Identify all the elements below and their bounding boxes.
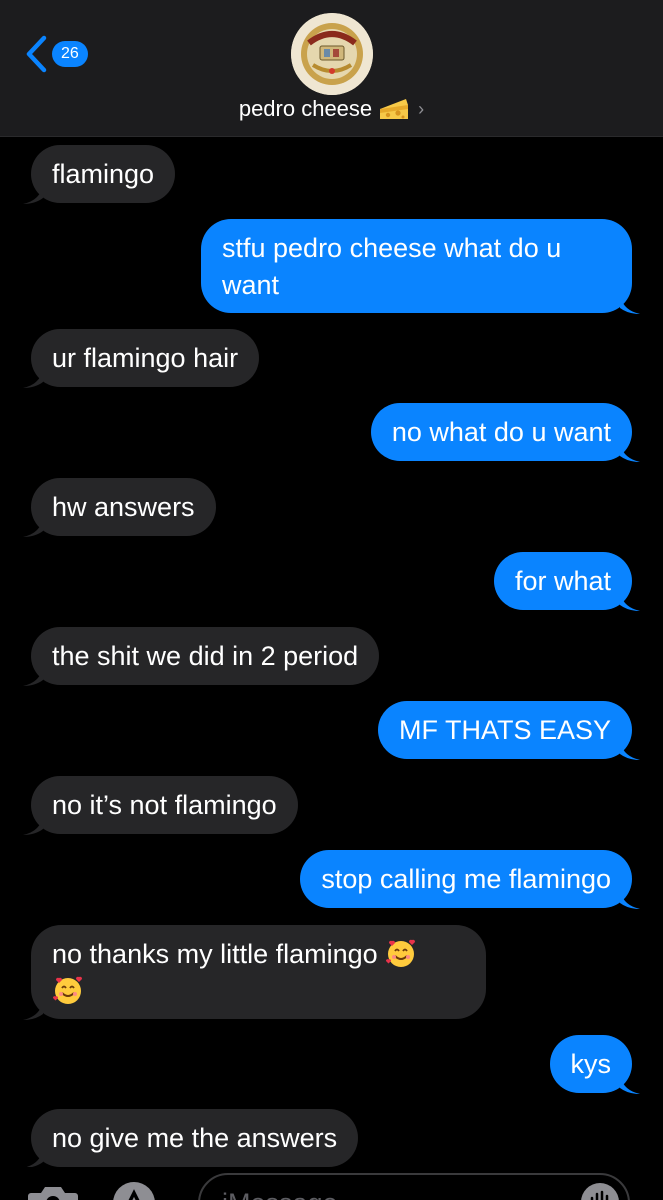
message-input[interactable]: iMessage — [198, 1173, 630, 1200]
contact-name-button[interactable]: pedro cheese › — [0, 92, 663, 126]
bubble-tail — [23, 666, 43, 686]
chevron-left-icon — [26, 35, 47, 73]
cheese-wheel-image — [291, 13, 373, 95]
bubble-tail — [23, 1000, 43, 1020]
message-text: no give me the answers — [52, 1122, 338, 1153]
bubble-tail — [620, 889, 640, 909]
bubble-tail — [620, 1074, 640, 1094]
message-incoming: no give me the answers — [26, 1109, 359, 1167]
camera-icon[interactable] — [27, 1185, 79, 1200]
bubble-tail — [620, 442, 640, 462]
unread-count-badge: 26 — [52, 41, 88, 67]
audio-message-icon[interactable] — [580, 1182, 620, 1200]
message-text: MF THATS EASY — [398, 714, 611, 745]
message-text: stfu pedro cheese what do u want — [222, 233, 562, 300]
bubble-tail — [23, 368, 43, 388]
message-text: kys — [570, 1048, 612, 1079]
message-text: stop calling me flamingo — [321, 863, 611, 894]
bubble-tail — [620, 591, 640, 611]
message-text: the shit we did in 2 period — [52, 640, 359, 671]
message-incoming: the shit we did in 2 period — [23, 627, 380, 686]
message-outgoing: kys — [549, 1035, 640, 1094]
message-text: ur flamingo hair — [52, 342, 239, 373]
message-text: no what do u want — [391, 416, 611, 447]
message-text: hw answers — [52, 491, 195, 522]
bubble-tail — [23, 517, 43, 537]
back-button[interactable]: 26 — [24, 34, 88, 74]
message-incoming: flamingo — [23, 145, 176, 204]
message-incoming: no thanks my little flamingo — [23, 925, 486, 1020]
app-store-icon[interactable] — [112, 1181, 156, 1200]
bubble-tail — [620, 294, 640, 314]
conversation-header: 26 pedro cheese › — [0, 0, 663, 137]
cheese-icon — [380, 99, 409, 119]
message-outgoing: MF THATS EASY — [377, 701, 640, 760]
bubble-tail — [23, 184, 43, 204]
message-thread[interactable]: flamingo stfu pedro cheese what do u wan… — [0, 137, 663, 1167]
bubble-tail — [26, 1148, 43, 1167]
bubble-tail — [23, 815, 43, 835]
contact-avatar[interactable] — [291, 13, 373, 95]
message-outgoing: no what do u want — [370, 403, 640, 462]
message-outgoing: stop calling me flamingo — [300, 850, 640, 909]
smiling-face-with-hearts-icon — [52, 976, 83, 1004]
contact-name: pedro cheese — [238, 96, 373, 121]
chevron-right-icon: › — [418, 98, 425, 119]
message-text: flamingo — [52, 158, 155, 189]
bubble-tail — [620, 740, 640, 760]
message-input-bar: iMessage — [0, 1167, 663, 1200]
smiling-face-with-hearts-icon — [386, 939, 416, 967]
message-text: no it’s not flamingo — [52, 789, 277, 820]
message-outgoing: for what — [493, 552, 640, 611]
message-incoming: ur flamingo hair — [23, 329, 260, 388]
message-text: for what — [514, 565, 611, 596]
message-text: no thanks my little flamingo — [52, 939, 378, 969]
message-incoming: no it’s not flamingo — [23, 776, 298, 835]
message-outgoing: stfu pedro cheese what do u want — [201, 219, 640, 314]
message-incoming: hw answers — [23, 478, 216, 537]
